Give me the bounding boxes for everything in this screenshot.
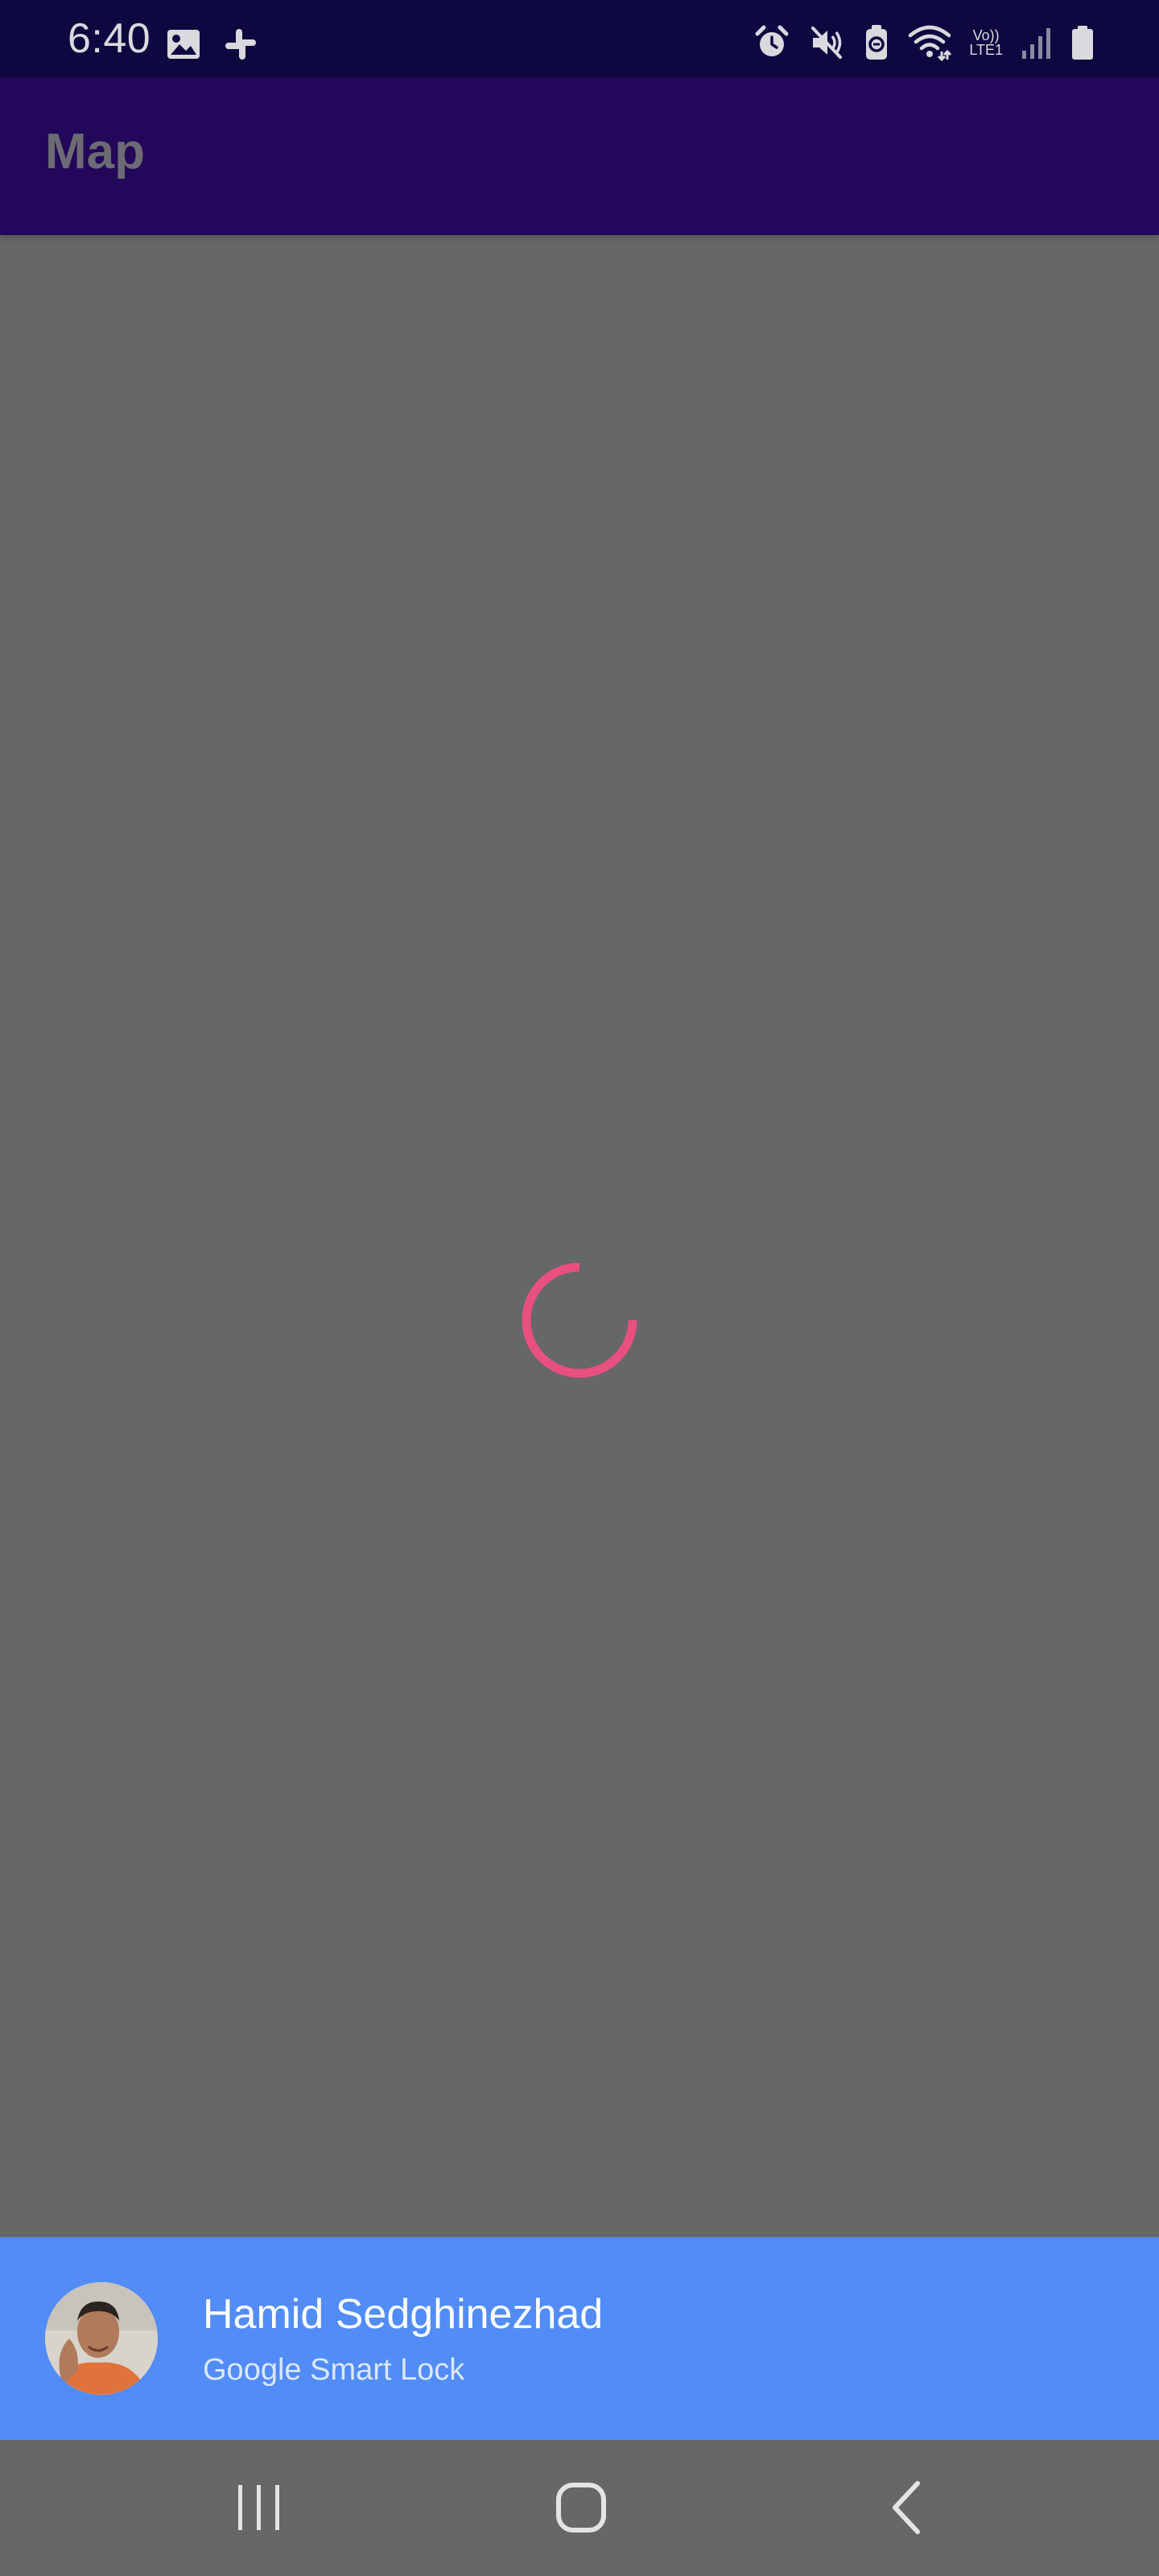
avatar-photo [45,2282,158,2395]
slack-icon [224,27,258,61]
status-time: 6:40 [68,15,151,62]
account-name: Hamid Sedghinezhad [203,2291,604,2338]
signal-icon [1021,25,1053,60]
mute-icon [808,24,845,61]
home-icon[interactable] [549,2475,613,2540]
wifi-icon [908,24,952,61]
screen: 6:40 Vo)) LTE1 Map Hamid Sedghinezhad Go… [0,0,1159,2576]
account-source: Google Smart Lock [203,2353,465,2387]
app-bar: Map [0,77,1159,235]
battery-icon [1070,25,1095,60]
page-title: Map [45,124,145,180]
spinner-arc [522,1262,637,1378]
lte-label: LTE1 [969,42,1003,58]
status-left-icons [166,27,258,61]
smart-lock-banner[interactable]: Hamid Sedghinezhad Google Smart Lock [0,2237,1159,2440]
status-bar: 6:40 Vo)) LTE1 [0,0,1159,77]
alarm-icon [753,24,790,61]
loading-spinner [520,1261,639,1380]
gallery-icon [166,28,201,60]
battery-saver-icon [863,24,890,61]
avatar [45,2282,158,2395]
navigation-bar [0,2440,1159,2576]
recent-apps-icon[interactable] [227,2475,291,2540]
status-right-icons: Vo)) LTE1 [753,24,1095,61]
back-icon[interactable] [876,2475,940,2540]
volte-lte-icon: Vo)) LTE1 [969,28,1003,57]
volte-label: Vo)) [972,27,1000,43]
